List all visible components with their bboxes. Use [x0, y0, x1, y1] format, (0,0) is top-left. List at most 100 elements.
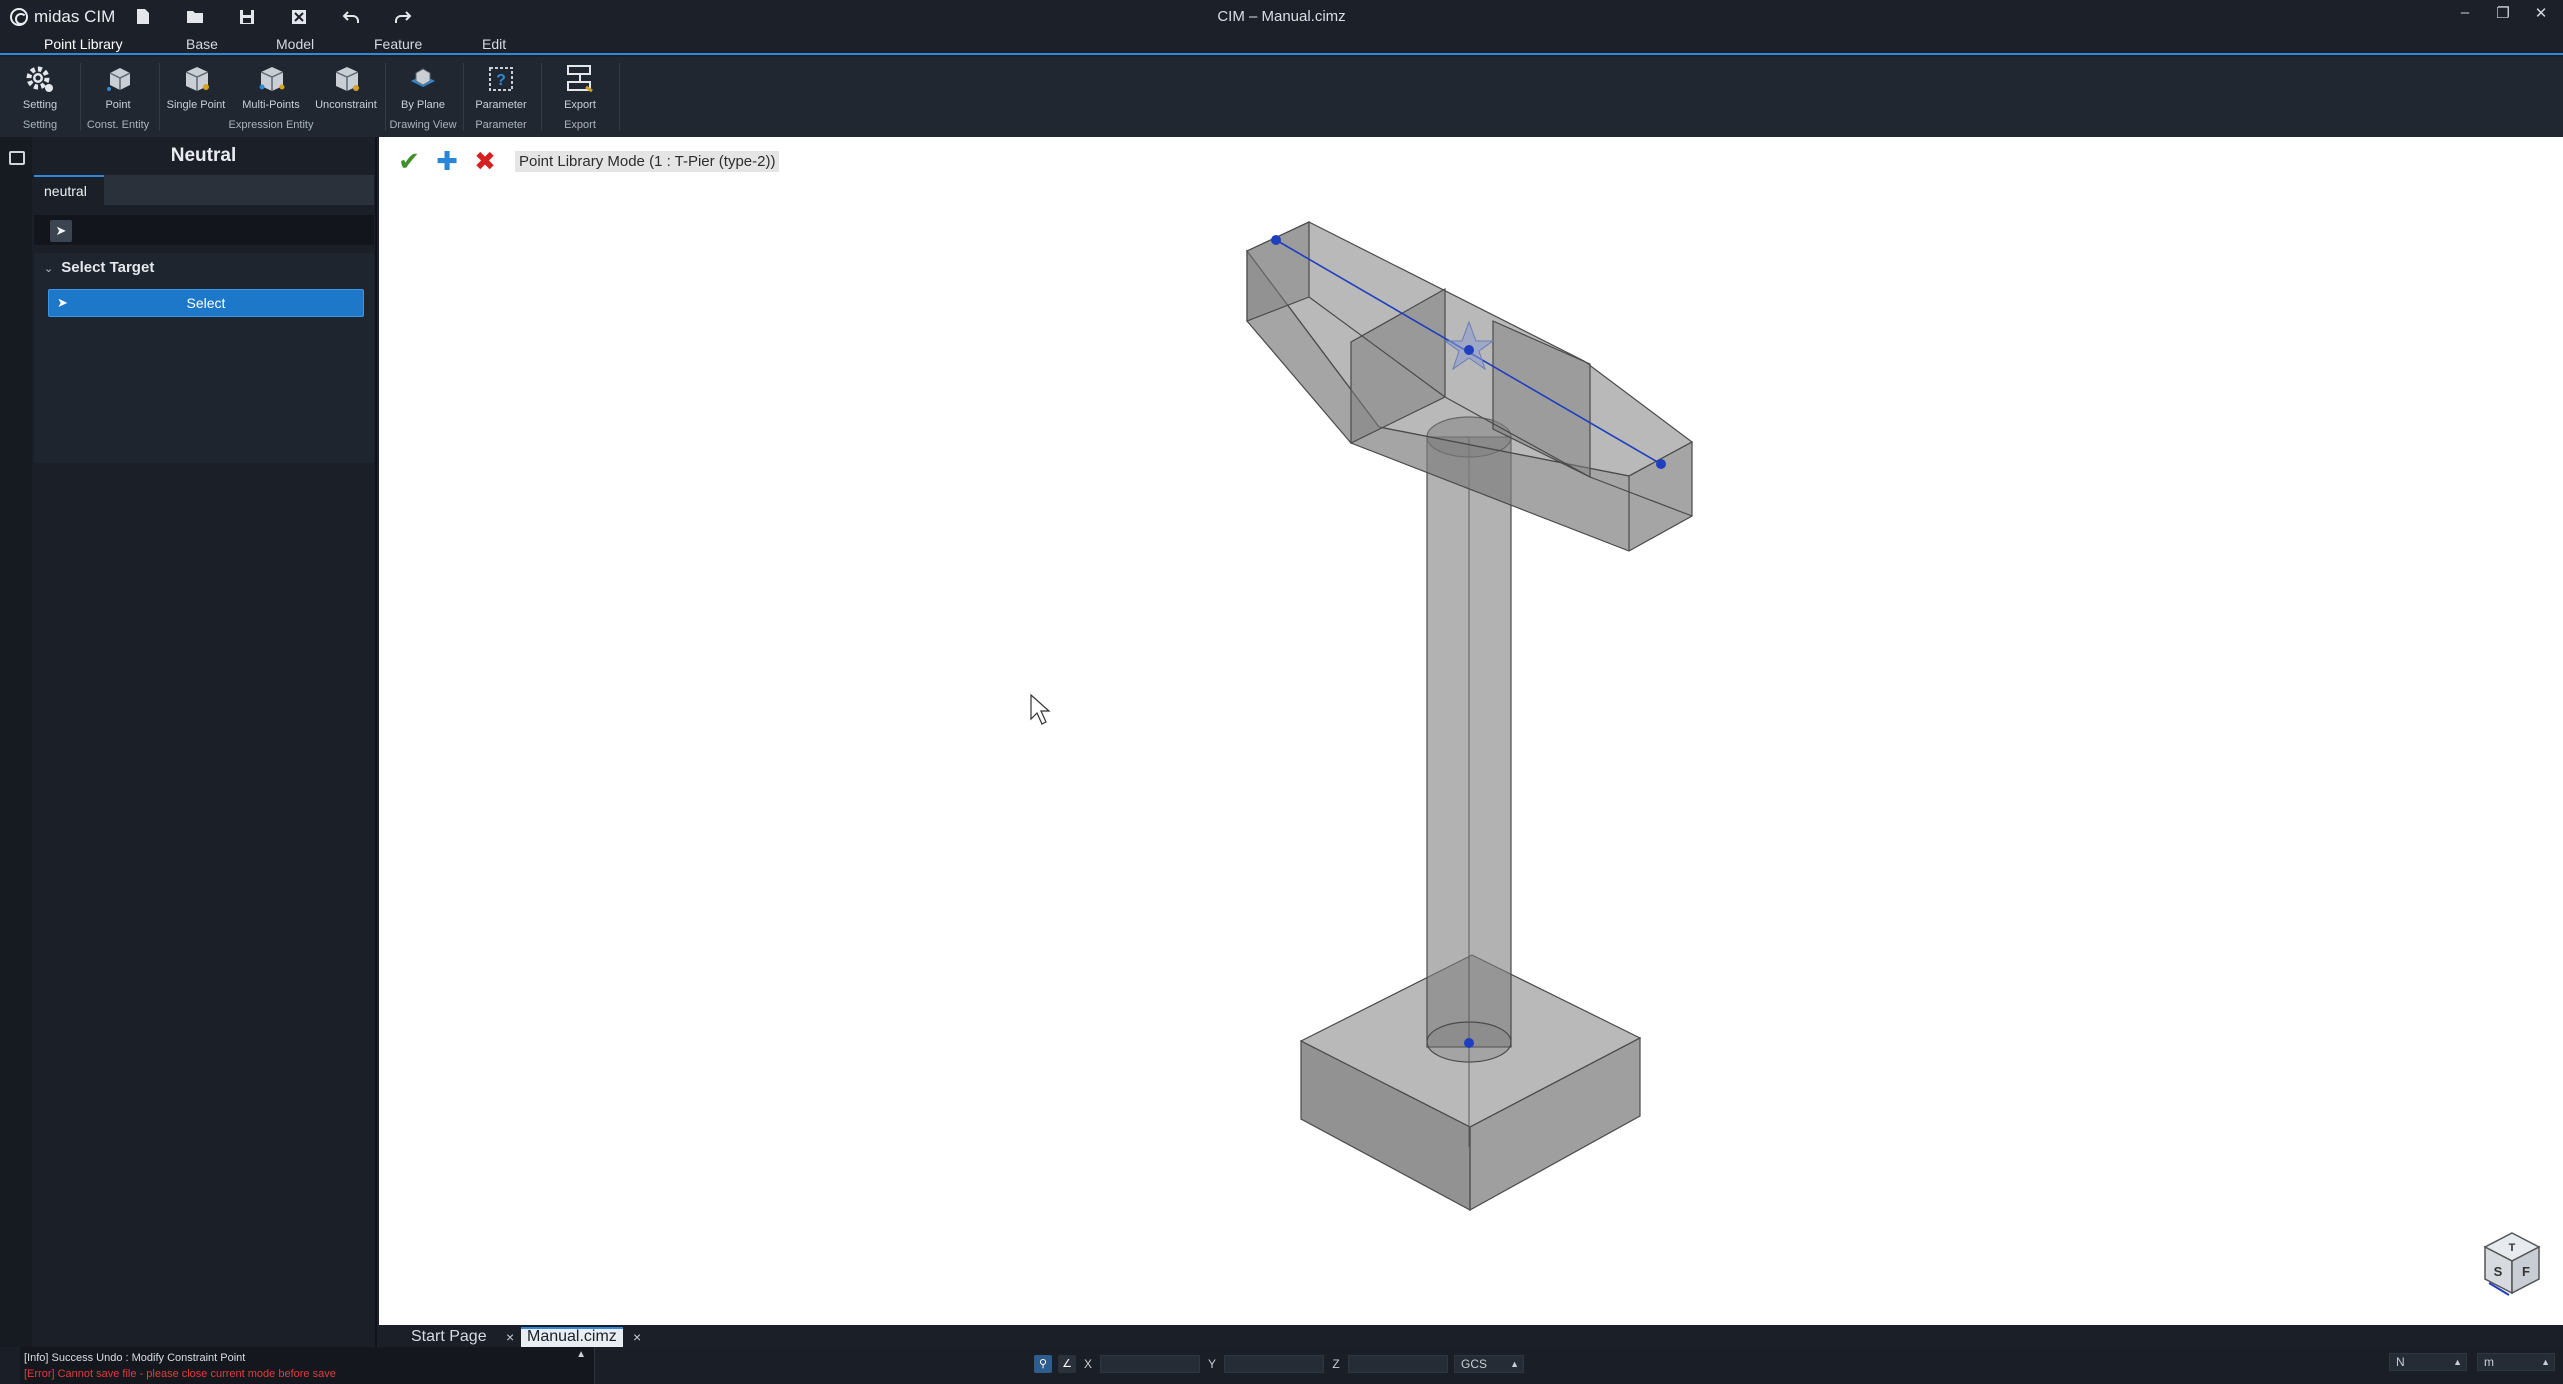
left-rail	[0, 137, 32, 1347]
undo-icon[interactable]	[341, 7, 361, 27]
close-file-icon[interactable]	[289, 7, 309, 27]
coordinate-system-select[interactable]: GCS ▲	[1454, 1355, 1524, 1373]
save-icon[interactable]	[237, 7, 257, 27]
tab-start-page[interactable]: Start Page	[405, 1327, 493, 1347]
gear-icon	[24, 63, 56, 95]
log-info-message: [Info] Success Undo : Modify Constraint …	[24, 1352, 246, 1364]
unconstraint-icon	[330, 63, 362, 95]
chevron-up-icon: ▲	[2453, 1357, 2462, 1367]
cube-face-side[interactable]: S	[2494, 1264, 2503, 1279]
setting-label: Setting	[22, 99, 58, 111]
mode-label: Point Library Mode (1 : T-Pier (type-2))	[515, 150, 780, 172]
export-button[interactable]: Export	[543, 61, 617, 117]
tab-neutral[interactable]: neutral	[34, 175, 104, 205]
group-expression-entity: Expression Entity	[228, 119, 314, 131]
view-cube-icon[interactable]: T S F	[2483, 1231, 2541, 1297]
by-plane-button[interactable]: By Plane	[386, 61, 460, 117]
cube-face-top[interactable]: T	[2509, 1242, 2516, 1254]
close-tab-icon[interactable]: ×	[633, 1327, 641, 1347]
new-file-icon[interactable]	[133, 7, 153, 27]
single-point-button[interactable]: Single Point	[159, 61, 233, 117]
constraint-point[interactable]	[1464, 345, 1474, 355]
chevron-up-icon[interactable]: ▲	[576, 1349, 586, 1360]
unconstraint-label: Unconstraint	[315, 99, 377, 111]
restore-icon[interactable]: ❐	[2495, 4, 2511, 24]
cube-face-front[interactable]: F	[2522, 1264, 2530, 1279]
force-unit-value: N	[2396, 1355, 2405, 1369]
chevron-down-icon: ⌄	[44, 263, 54, 275]
document-tabs: Start Page × Manual.cimz ×	[379, 1325, 2563, 1347]
menu-tabs: Point Library Base Model Feature Edit	[0, 33, 2563, 55]
y-coordinate-input[interactable]	[1224, 1355, 1324, 1373]
tab-model[interactable]: Model	[268, 35, 322, 55]
multi-points-label: Multi-Points	[242, 99, 300, 111]
message-log[interactable]: [Info] Success Undo : Modify Constraint …	[20, 1347, 595, 1384]
quick-access-toolbar	[133, 7, 413, 27]
x-coordinate-input[interactable]	[1100, 1355, 1200, 1373]
chevron-up-icon: ▲	[1510, 1359, 1519, 1369]
constraint-point[interactable]	[1271, 235, 1281, 245]
z-coordinate-input[interactable]	[1348, 1355, 1448, 1373]
svg-text:?: ?	[496, 72, 506, 89]
side-panel: Neutral neutral ➤ ⌄ Select Target ➤ Selec…	[32, 137, 377, 1347]
open-folder-icon[interactable]	[185, 7, 205, 27]
redo-icon[interactable]	[393, 7, 413, 27]
angle-icon[interactable]: ∠	[1058, 1355, 1076, 1373]
x-label: X	[1083, 1357, 1092, 1371]
select-target-title: Select Target	[61, 259, 155, 276]
coordinate-system-value: GCS	[1461, 1357, 1488, 1371]
tab-feature[interactable]: Feature	[366, 35, 430, 55]
point-label: Point	[105, 99, 131, 111]
unconstraint-button[interactable]: Unconstraint	[309, 61, 383, 117]
length-unit-select[interactable]: m ▲	[2477, 1353, 2555, 1371]
confirm-check-icon[interactable]: ✔	[397, 148, 421, 174]
panel-title: Neutral	[170, 145, 237, 166]
message-icon[interactable]	[9, 151, 25, 165]
close-tab-icon[interactable]: ×	[506, 1327, 514, 1347]
constraint-point[interactable]	[1656, 459, 1666, 469]
y-label: Y	[1207, 1357, 1216, 1371]
group-setting: Setting	[22, 119, 58, 131]
force-unit-select[interactable]: N ▲	[2389, 1353, 2467, 1371]
by-plane-icon	[407, 63, 439, 95]
single-point-icon	[180, 63, 212, 95]
status-bar: [Info] Success Undo : Modify Constraint …	[0, 1347, 2563, 1384]
export-label: Export	[564, 99, 596, 111]
app-brand: midas CIM	[34, 6, 116, 26]
parameter-icon: ?	[485, 63, 517, 95]
point-box-icon	[102, 63, 134, 95]
select-button[interactable]: ➤ Select	[48, 289, 364, 317]
constraint-point[interactable]	[1464, 1038, 1474, 1048]
tab-manual-cimz[interactable]: Manual.cimz	[521, 1327, 623, 1347]
select-target-header[interactable]: ⌄ Select Target	[44, 259, 154, 276]
point-button[interactable]: Point	[81, 61, 155, 117]
group-drawing-view: Drawing View	[389, 119, 457, 131]
ribbon-separator	[619, 63, 620, 131]
close-icon[interactable]: ✕	[2533, 4, 2549, 24]
pointer-icon[interactable]: ➤	[50, 220, 72, 242]
length-unit-value: m	[2484, 1355, 2494, 1369]
minimize-icon[interactable]: –	[2457, 4, 2473, 24]
tab-base[interactable]: Base	[178, 35, 226, 55]
mouse-cursor-icon	[1030, 693, 1051, 725]
parameter-button[interactable]: ? Parameter	[464, 61, 538, 117]
multi-points-icon	[255, 63, 287, 95]
by-plane-label: By Plane	[400, 99, 446, 111]
setting-button[interactable]: Setting	[3, 61, 77, 117]
cancel-x-icon[interactable]: ✖	[473, 148, 497, 174]
z-label: Z	[1332, 1357, 1340, 1371]
single-point-label: Single Point	[166, 99, 226, 111]
tab-edit[interactable]: Edit	[474, 35, 514, 55]
3d-viewport[interactable]: ✔ ✚ ✖ Point Library Mode (1 : T-Pier (ty…	[379, 137, 2563, 1325]
tab-point-library[interactable]: Point Library	[36, 35, 131, 55]
panel-toolbar: ➤	[34, 215, 374, 245]
select-target-section: ⌄ Select Target ➤ Select	[34, 253, 374, 463]
pier-model[interactable]	[379, 137, 2563, 1325]
log-error-message: [Error] Cannot save file - please close …	[24, 1368, 336, 1380]
app-logo: midas CIM	[10, 7, 115, 27]
chevron-up-icon: ▲	[2541, 1357, 2550, 1367]
group-parameter: Parameter	[475, 119, 527, 131]
snap-icon[interactable]: ⚲	[1034, 1355, 1052, 1373]
multi-points-button[interactable]: Multi-Points	[234, 61, 308, 117]
add-plus-icon[interactable]: ✚	[435, 148, 459, 174]
